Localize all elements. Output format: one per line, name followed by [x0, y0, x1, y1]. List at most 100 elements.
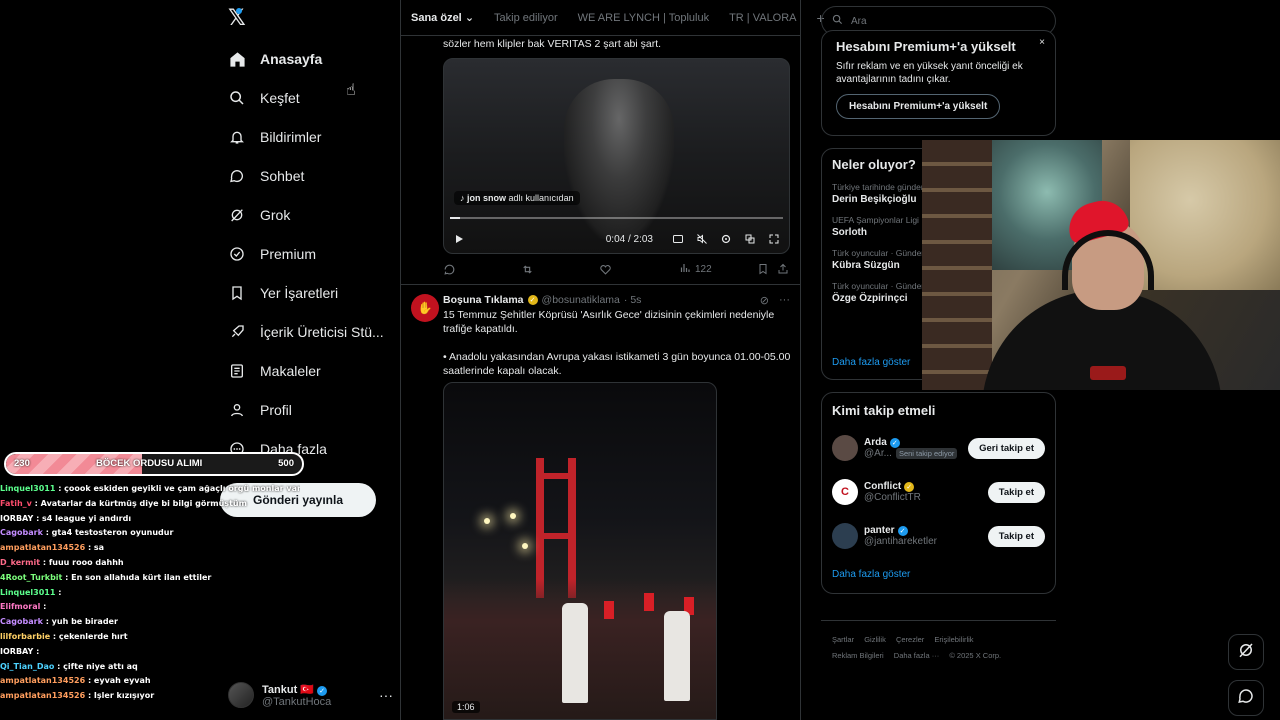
mute-icon[interactable]: [695, 232, 709, 246]
chat-username[interactable]: Cagobark: [0, 617, 43, 626]
author-name[interactable]: Boşuna Tıklama: [443, 294, 524, 306]
footer-link-cookies[interactable]: Çerezler: [896, 635, 924, 644]
video-player[interactable]: 1:06: [443, 382, 717, 720]
sidebar-item-explore[interactable]: Keşfet: [228, 83, 300, 113]
chat-message: Elifmoral :: [0, 600, 300, 615]
follow-suggestion[interactable]: C Conflict ✓ @ConflictTR Takip et: [832, 475, 1045, 509]
author-handle[interactable]: @bosunatiklama: [542, 294, 620, 306]
like-icon[interactable]: [599, 263, 612, 276]
avatar[interactable]: ✋: [411, 294, 439, 322]
premium-card: × Hesabını Premium+'a yükselt Sıfır rekl…: [821, 30, 1056, 136]
video-progress-fill: [450, 217, 460, 219]
street-lamp: [484, 518, 490, 524]
chat-text: : çekenlerde hırt: [52, 631, 128, 641]
chat-username[interactable]: Cagobark: [0, 528, 43, 537]
chat-username[interactable]: Elifmoral: [0, 602, 40, 611]
sidebar-item-label: İçerik Üreticisi Stü...: [260, 324, 384, 340]
share-icon[interactable]: [777, 263, 789, 275]
sidebar-item-label: Premium: [260, 246, 317, 262]
sidebar-item-profile[interactable]: Profil: [228, 395, 292, 425]
footer-link-ads[interactable]: Reklam Bilgileri: [832, 651, 884, 660]
avatar: [832, 435, 858, 461]
sidebar-item-label: Profil: [260, 402, 292, 418]
chat-username[interactable]: Qi_Tian_Dao: [0, 662, 54, 671]
sidebar-item-premium[interactable]: Premium: [228, 239, 316, 269]
messages-button[interactable]: [1228, 680, 1264, 716]
play-icon[interactable]: [452, 232, 466, 246]
close-icon[interactable]: ×: [1039, 37, 1045, 48]
footer-link-terms[interactable]: Şartlar: [832, 635, 854, 644]
chat-username[interactable]: ampatlatan134526: [0, 543, 85, 552]
reply-icon[interactable]: [443, 263, 456, 276]
divider: [821, 620, 1056, 621]
sidebar-item-label: Sohbet: [260, 168, 305, 184]
video-duration: 1:06: [452, 701, 480, 713]
sidebar-item-articles[interactable]: Makaleler: [228, 356, 321, 386]
chat-username[interactable]: ampatlatan134526: [0, 676, 85, 685]
follow-back-button[interactable]: Geri takip et: [968, 437, 1045, 459]
chat-username[interactable]: IORBAY: [0, 514, 33, 523]
follow-button[interactable]: Takip et: [987, 525, 1045, 547]
chat-username[interactable]: lilforbarbie: [0, 632, 50, 641]
verified-icon: ✓: [904, 481, 915, 492]
bridge-tower: [568, 458, 576, 598]
video-player[interactable]: ♪ jon snow adlı kullanıcıdan 0:04 / 2:03: [443, 58, 790, 254]
tab-community[interactable]: WE ARE LYNCH | Topluluk: [568, 12, 719, 24]
bookmark-icon: [228, 284, 246, 302]
chat-username[interactable]: Fatih_v: [0, 499, 32, 508]
repost-icon[interactable]: [521, 263, 534, 276]
chat-message: Linquel3011 : çoook eskiden geyikli ve ç…: [0, 482, 300, 497]
chat-text: :: [58, 587, 62, 597]
stream-chat: Linquel3011 : çoook eskiden geyikli ve ç…: [0, 482, 300, 720]
settings-icon[interactable]: [719, 232, 733, 246]
sidebar-item-messages[interactable]: Sohbet: [228, 161, 304, 191]
street-lamp: [510, 513, 516, 519]
follow-suggestion[interactable]: panter ✓ @jantihareketler Takip et: [832, 519, 1045, 553]
pip-icon[interactable]: [743, 232, 757, 246]
bridge-beam: [536, 473, 576, 479]
upgrade-button[interactable]: Hesabını Premium+'a yükselt: [836, 94, 1001, 119]
tab-valorant[interactable]: TR | VALORA: [719, 12, 806, 24]
home-icon: [228, 50, 246, 68]
show-more-link[interactable]: Daha fazla göster: [832, 357, 910, 368]
sidebar-item-home[interactable]: Anasayfa: [228, 44, 322, 74]
turkey-flag-icon: 🇹🇷: [300, 683, 315, 696]
tab-following[interactable]: Takip ediliyor: [484, 12, 568, 24]
bookmark-icon[interactable]: [757, 263, 769, 275]
grok-button[interactable]: [1228, 634, 1264, 670]
sidebar-item-bookmarks[interactable]: Yer İşaretleri: [228, 278, 338, 308]
show-more-link[interactable]: Daha fazla göster: [832, 569, 910, 580]
webcam-overlay: [922, 140, 1280, 390]
chat-username[interactable]: IORBAY: [0, 647, 33, 656]
chat-username[interactable]: ampatlatan134526: [0, 691, 85, 700]
follows-you-badge: Seni takip ediyor: [895, 448, 958, 459]
footer-link-accessibility[interactable]: Erişilebilirlik: [934, 635, 973, 644]
follow-suggestion[interactable]: Arda ✓ @Ar... Seni takip ediyor Geri takip…: [832, 431, 1045, 465]
footer-link-privacy[interactable]: Gizlilik: [864, 635, 886, 644]
video-attribution[interactable]: ♪ jon snow adlı kullanıcıdan: [454, 191, 580, 205]
chat-username[interactable]: D_kermit: [0, 558, 40, 567]
grok-icon[interactable]: ⊘: [760, 294, 769, 307]
post-tools: ⊘ ···: [760, 294, 790, 307]
sidebar-item-notifications[interactable]: Bildirimler: [228, 122, 321, 152]
chat-username[interactable]: Linquel3011: [0, 588, 55, 597]
tab-for-you[interactable]: Sana özel ⌄: [401, 11, 484, 24]
video-progress[interactable]: [450, 217, 783, 219]
chat-username[interactable]: Linquel3011: [0, 484, 55, 493]
follow-button[interactable]: Takip et: [987, 481, 1045, 503]
sidebar-item-creator-studio[interactable]: İçerik Üreticisi Stü...: [228, 317, 384, 347]
fullscreen-icon[interactable]: [767, 232, 781, 246]
chat-text: : En son allahıda kürt ilan ettiler: [65, 572, 212, 582]
footer-link-more[interactable]: Daha fazla ···: [894, 651, 939, 660]
flag: [604, 601, 614, 619]
post[interactable]: ✋ Boşuna Tıklama ✓ @bosunatiklama · 5s ⊘…: [401, 286, 800, 720]
views-stat[interactable]: 122: [679, 262, 712, 277]
chat-message: Cagobark : yuh be birader: [0, 615, 300, 630]
sidebar-item-grok[interactable]: Grok: [228, 200, 290, 230]
chat-message: Linquel3011 :: [0, 586, 300, 601]
more-options-icon[interactable]: ···: [379, 687, 393, 703]
more-options-icon[interactable]: ···: [779, 294, 790, 307]
post-time[interactable]: · 5s: [624, 294, 642, 306]
captions-icon[interactable]: [671, 232, 685, 246]
chat-username[interactable]: 4Root_Turkbit: [0, 573, 62, 582]
